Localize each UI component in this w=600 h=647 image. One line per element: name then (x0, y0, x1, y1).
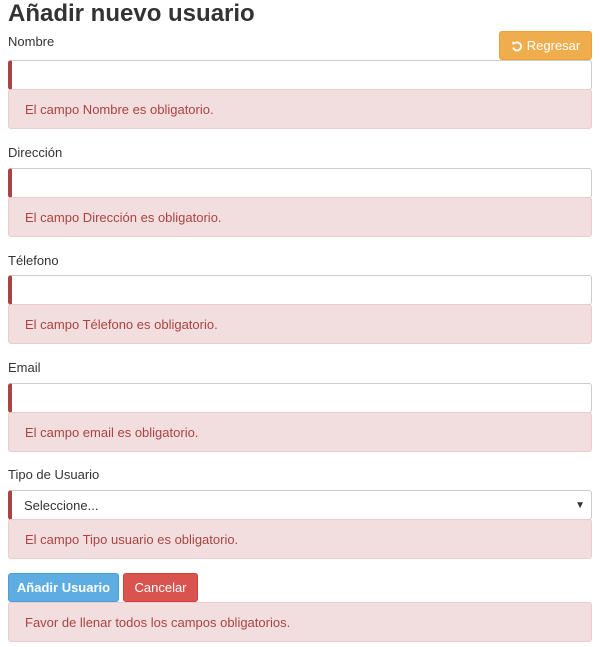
user-type-select[interactable]: Seleccione... ▼ (8, 490, 592, 520)
user-type-label: Tipo de Usuario (8, 467, 100, 482)
name-input[interactable] (8, 60, 592, 90)
phone-error-alert: El campo Télefono es obligatorio. (8, 304, 592, 344)
cancel-button[interactable]: Cancelar (123, 573, 198, 602)
phone-label: Télefono (8, 253, 59, 268)
undo-icon (511, 40, 523, 52)
chevron-down-icon: ▼ (575, 500, 585, 511)
back-button[interactable]: Regresar (499, 31, 592, 60)
email-input[interactable] (8, 383, 592, 413)
name-label: Nombre (8, 34, 55, 49)
back-button-label: Regresar (526, 38, 581, 53)
user-type-selected: Seleccione... (24, 497, 99, 513)
page-title: Añadir nuevo usuario (8, 0, 255, 27)
address-label: Dirección (8, 145, 63, 160)
phone-input[interactable] (8, 275, 592, 305)
email-error-alert: El campo email es obligatorio. (8, 412, 592, 452)
add-user-button[interactable]: Añadir Usuario (8, 573, 119, 602)
address-error-alert: El campo Dirección es obligatorio. (8, 197, 592, 237)
address-input[interactable] (8, 168, 592, 198)
user-type-error-alert: El campo Tipo usuario es obligatorio. (8, 519, 592, 559)
summary-error-alert: Favor de llenar todos los campos obligat… (8, 602, 592, 642)
email-label: Email (8, 360, 41, 375)
name-error-alert: El campo Nombre es obligatorio. (8, 89, 592, 129)
